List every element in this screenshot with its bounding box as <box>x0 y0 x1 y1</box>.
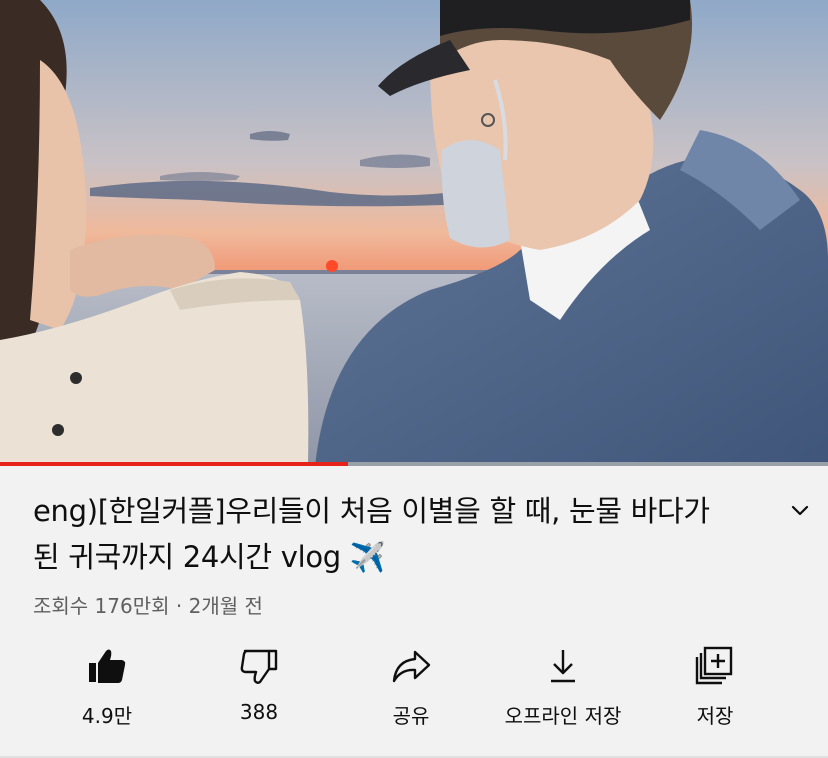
video-frame <box>0 0 828 466</box>
like-count: 4.9만 <box>81 704 133 728</box>
meta-separator: · <box>169 594 189 618</box>
download-label: 오프라인 저장 <box>504 704 622 728</box>
save-label: 저장 <box>696 704 734 728</box>
dislike-button[interactable]: 388 <box>184 640 334 736</box>
share-label: 공유 <box>392 704 430 728</box>
save-button[interactable]: 저장 <box>640 640 790 736</box>
share-button[interactable]: 공유 <box>336 640 486 736</box>
upload-age: 2개월 전 <box>188 594 263 618</box>
like-button[interactable]: 4.9만 <box>32 640 182 736</box>
download-icon <box>551 650 575 683</box>
video-title-area[interactable]: eng)[한일커플]우리들이 처음 이별을 할 때, 눈물 바다가 된 귀국까지… <box>33 488 733 580</box>
thumbs-down-icon <box>240 649 278 684</box>
action-bar: 4.9만 388 공유 오프라인 저장 저장 <box>0 640 828 740</box>
share-icon <box>392 650 431 683</box>
download-button[interactable]: 오프라인 저장 <box>488 640 638 736</box>
video-player[interactable] <box>0 0 828 466</box>
video-meta: 조회수 176만회 · 2개월 전 <box>33 590 263 619</box>
view-count: 조회수 176만회 <box>33 594 170 618</box>
playlist-add-icon <box>695 646 733 685</box>
expand-description-button[interactable] <box>786 496 814 524</box>
chevron-down-icon <box>791 505 809 516</box>
thumbs-up-icon <box>89 649 126 683</box>
video-progress-bar[interactable] <box>0 462 828 466</box>
video-title[interactable]: eng)[한일커플]우리들이 처음 이별을 할 때, 눈물 바다가 된 귀국까지… <box>33 488 733 580</box>
video-progress-fill <box>0 462 348 466</box>
dislike-count: 388 <box>239 700 279 724</box>
